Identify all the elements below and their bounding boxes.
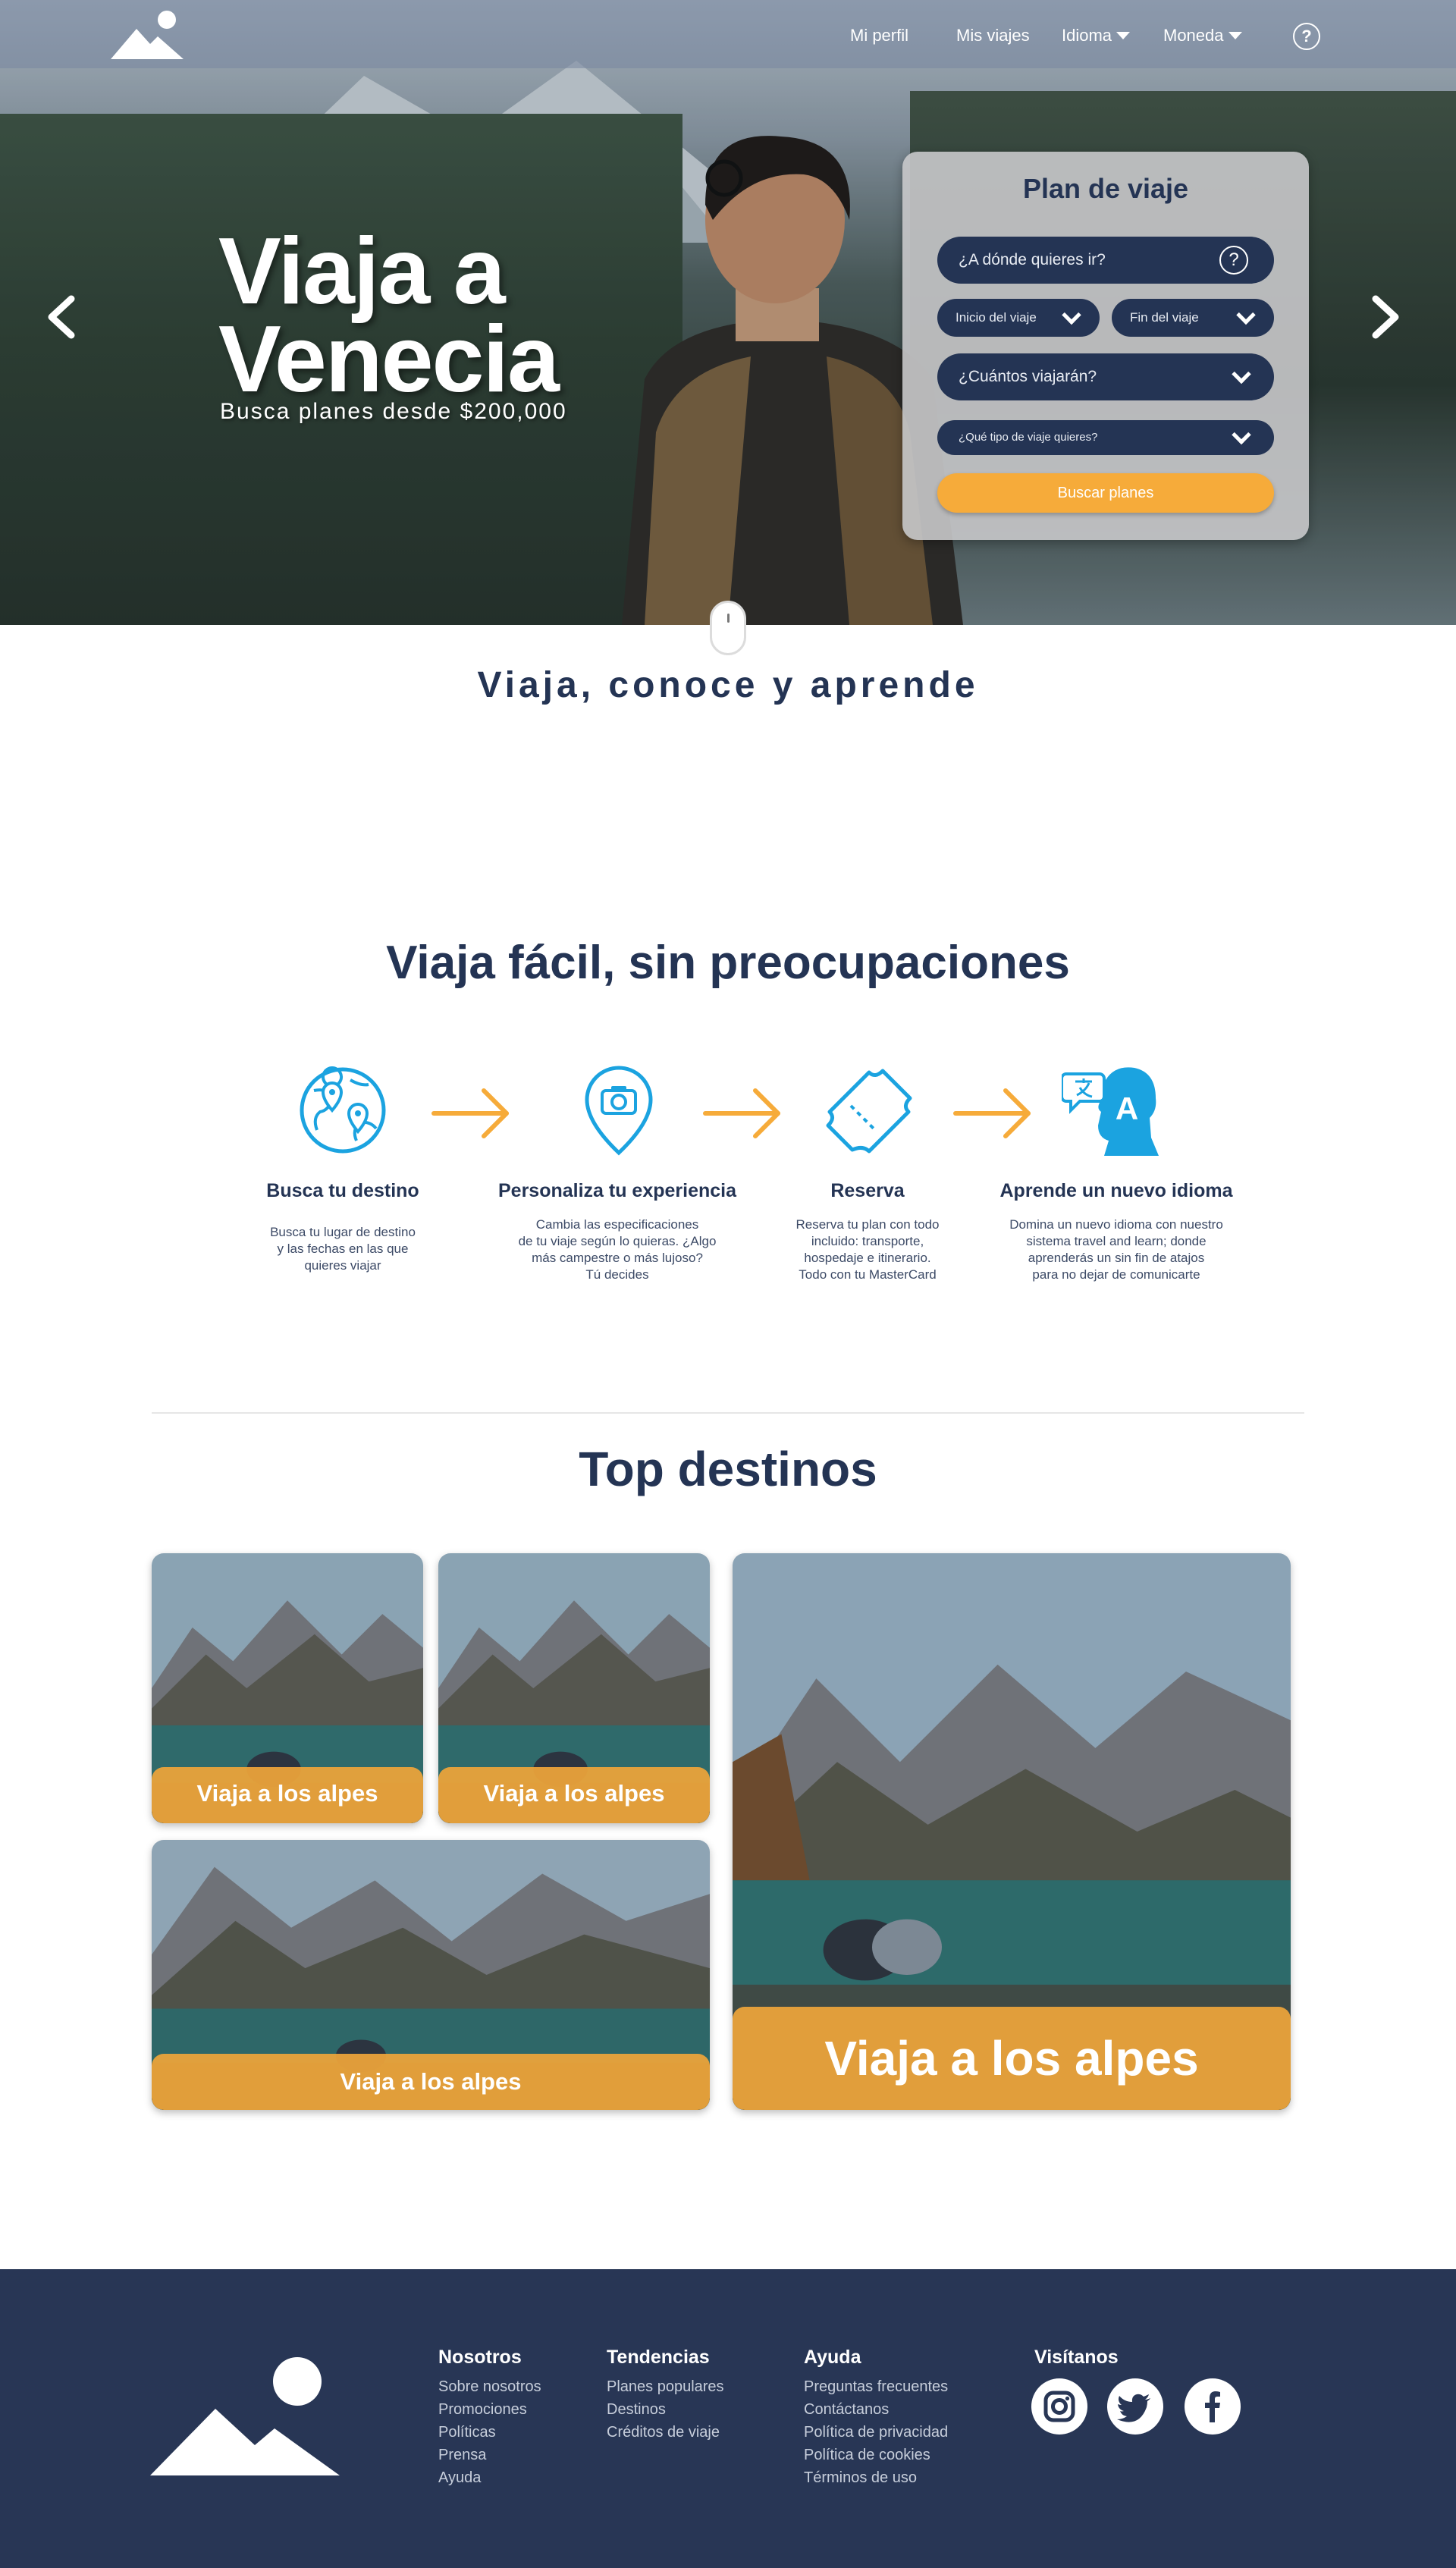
chevron-down-icon	[1232, 364, 1251, 385]
destinations-title: Top destinos	[579, 1442, 877, 1496]
step-arrow-icon	[703, 1088, 780, 1138]
hero-title: Viaja a Venecia	[218, 219, 560, 412]
section-divider	[152, 1412, 1304, 1414]
footer-col-title-ayuda: Ayuda	[804, 2347, 861, 2368]
destination-card-featured[interactable]: Viaja a los alpes	[733, 1553, 1291, 2110]
footer-link[interactable]: Planes populares	[607, 2378, 724, 2396]
footer-link[interactable]: Política de cookies	[804, 2447, 930, 2464]
footer-link[interactable]: Promociones	[438, 2401, 527, 2419]
language-head-icon: A	[1062, 1067, 1159, 1156]
camera-pin-icon	[585, 1066, 653, 1156]
logo-icon[interactable]	[111, 9, 187, 59]
facebook-icon[interactable]	[1185, 2378, 1241, 2435]
twitter-icon[interactable]	[1107, 2378, 1163, 2435]
destination-card[interactable]: Viaja a los alpes	[438, 1553, 710, 1823]
destination-card-label: Viaja a los alpes	[733, 2007, 1291, 2110]
end-date-select[interactable]: Fin del viaje	[1112, 299, 1274, 337]
question-icon[interactable]: ?	[1219, 246, 1248, 275]
step-desc-idioma: Domina un nuevo idioma con nuestro siste…	[1009, 1217, 1223, 1282]
destination-card[interactable]: Viaja a los alpes	[152, 1553, 423, 1823]
caret-down-icon	[1116, 32, 1131, 39]
step-desc-busca: Busca tu lugar de destino y las fechas e…	[270, 1225, 416, 1273]
footer-link[interactable]: Destinos	[607, 2401, 666, 2419]
footer-link[interactable]: Contáctanos	[804, 2401, 889, 2419]
footer-link[interactable]: Sobre nosotros	[438, 2378, 541, 2396]
destination-card-label: Viaja a los alpes	[152, 1767, 423, 1823]
nav-moneda-label: Moneda	[1163, 26, 1224, 45]
footer-col-title-visitanos: Visítanos	[1034, 2347, 1119, 2368]
footer-link[interactable]: Ayuda	[438, 2469, 481, 2487]
top-navbar: Mi perfil Mis viajes Idioma Moneda ?	[0, 0, 1456, 68]
end-date-label: Fin del viaje	[1130, 310, 1199, 325]
step-arrow-icon	[431, 1088, 509, 1138]
footer-logo-icon[interactable]	[150, 2354, 340, 2475]
footer-link[interactable]: Preguntas frecuentes	[804, 2378, 948, 2396]
carousel-prev-arrow-icon[interactable]	[44, 294, 77, 340]
travelers-select[interactable]: ¿Cuántos viajarán?	[937, 353, 1274, 400]
steps-title: Viaja fácil, sin preocupaciones	[386, 937, 1070, 989]
destination-placeholder: ¿A dónde quieres ir?	[959, 251, 1106, 268]
step-name-personaliza: Personaliza tu experiencia	[497, 1180, 737, 1201]
help-icon[interactable]: ?	[1293, 23, 1320, 50]
svg-text:A: A	[1116, 1091, 1138, 1126]
step-name-busca: Busca tu destino	[266, 1180, 419, 1201]
step-arrow-icon	[953, 1088, 1031, 1138]
scroll-down-icon[interactable]	[710, 601, 746, 655]
tagline: Viaja, conoce y aprende	[477, 665, 979, 705]
hero-title-line2: Venecia	[218, 307, 560, 412]
step-desc-personaliza: Cambia las especificaciones de tu viaje …	[518, 1217, 717, 1282]
search-plans-button[interactable]: Buscar planes	[937, 473, 1274, 513]
twitter-glyph	[1117, 2394, 1150, 2422]
footer: Nosotros Sobre nosotros Promociones Polí…	[0, 2269, 1456, 2568]
destination-input[interactable]: ¿A dónde quieres ir? ?	[937, 237, 1274, 284]
destination-card-label: Viaja a los alpes	[438, 1767, 710, 1823]
facebook-glyph	[1205, 2391, 1220, 2422]
hero-title-line1: Viaja a	[218, 219, 506, 324]
destination-card[interactable]: Viaja a los alpes	[152, 1840, 710, 2110]
nav-idioma-dropdown[interactable]: Idioma	[1062, 26, 1131, 46]
nav-moneda-dropdown[interactable]: Moneda	[1163, 26, 1242, 46]
plan-title: Plan de viaje	[1022, 173, 1189, 204]
caret-down-icon	[1228, 32, 1242, 39]
trip-type-label: ¿Qué tipo de viaje quieres?	[959, 431, 1098, 444]
step-desc-reserva: Reserva tu plan con todo incluido: trans…	[795, 1217, 940, 1282]
footer-link[interactable]: Políticas	[438, 2424, 496, 2441]
globe-pins-icon	[300, 1066, 386, 1154]
instagram-icon[interactable]	[1031, 2378, 1087, 2435]
nav-mi-perfil[interactable]: Mi perfil	[850, 26, 908, 46]
step-name-idioma: Aprende un nuevo idioma	[999, 1180, 1233, 1201]
destination-card-label: Viaja a los alpes	[152, 2054, 710, 2110]
chevron-down-icon	[1232, 425, 1251, 445]
instagram-glyph	[1043, 2391, 1075, 2422]
footer-link[interactable]: Términos de uso	[804, 2469, 917, 2487]
hero-subtitle: Busca planes desde $200,000	[220, 399, 567, 424]
trip-type-select[interactable]: ¿Qué tipo de viaje quieres?	[937, 420, 1274, 455]
nav-mis-viajes[interactable]: Mis viajes	[956, 26, 1030, 46]
start-date-select[interactable]: Inicio del viaje	[937, 299, 1100, 337]
footer-link[interactable]: Prensa	[438, 2447, 486, 2464]
chevron-down-icon	[1236, 305, 1256, 325]
trip-plan-card: Plan de viaje ¿A dónde quieres ir? ? Ini…	[902, 152, 1309, 540]
start-date-label: Inicio del viaje	[956, 310, 1037, 325]
nav-idioma-label: Idioma	[1062, 26, 1112, 45]
footer-col-title-tendencias: Tendencias	[607, 2347, 710, 2368]
footer-col-title-nosotros: Nosotros	[438, 2347, 522, 2368]
chevron-down-icon	[1062, 305, 1081, 325]
footer-link[interactable]: Política de privacidad	[804, 2424, 948, 2441]
footer-link[interactable]: Créditos de viaje	[607, 2424, 720, 2441]
carousel-next-arrow-icon[interactable]	[1370, 294, 1403, 340]
step-name-reserva: Reserva	[830, 1180, 905, 1201]
travelers-label: ¿Cuántos viajarán?	[959, 368, 1097, 385]
ticket-icon	[826, 1069, 912, 1154]
